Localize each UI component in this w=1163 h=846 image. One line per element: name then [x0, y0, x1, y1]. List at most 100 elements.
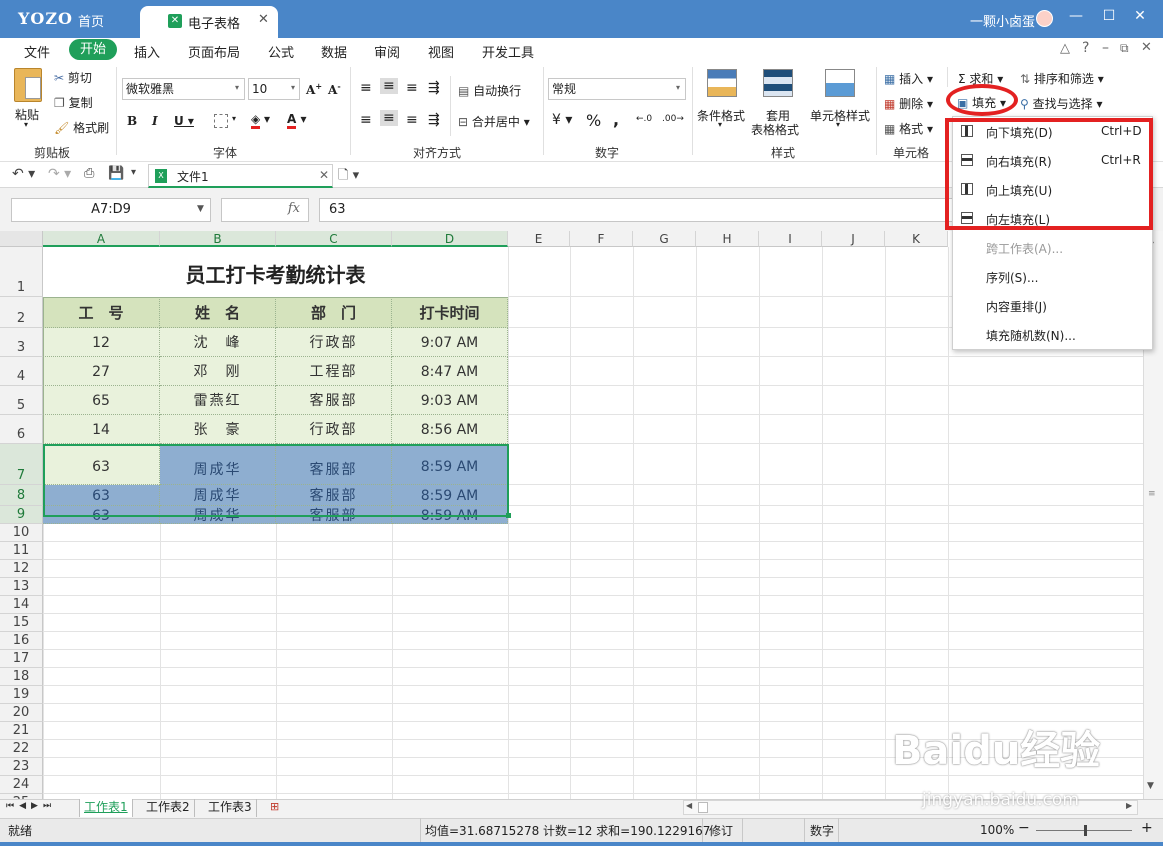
print-preview-icon[interactable]: ⎙ — [84, 166, 94, 181]
row-header-11[interactable]: 11 — [0, 542, 43, 560]
menu-data[interactable]: 数据 — [321, 42, 347, 61]
column-header-a[interactable]: A — [43, 231, 160, 247]
column-header-i[interactable]: I — [759, 231, 822, 247]
row-header-19[interactable]: 19 — [0, 686, 43, 704]
sheet-tab-3[interactable]: 工作表3 — [204, 799, 257, 817]
table-cell[interactable]: 雷燕红 — [160, 386, 276, 415]
undo-icon[interactable]: ↶ ▾ — [12, 166, 35, 182]
menu-developer[interactable]: 开发工具 — [482, 42, 534, 61]
menu-formula[interactable]: 公式 — [268, 42, 294, 61]
find-select-button[interactable]: ⚲ 查找与选择 ▾ — [1020, 95, 1102, 112]
row-header-9[interactable]: 9 — [0, 506, 43, 524]
indent-icon[interactable]: ⇶ — [428, 80, 440, 96]
copy-button[interactable]: ❐ 复制 — [54, 94, 93, 111]
column-header-h[interactable]: H — [696, 231, 759, 247]
fill-color-icon[interactable]: ◈ ▾ — [251, 112, 270, 129]
table-title[interactable]: 员工打卡考勤统计表 — [43, 247, 508, 297]
row-header-6[interactable]: 6 — [0, 415, 43, 444]
sheet-tab-1[interactable]: 工作表1 — [79, 799, 133, 817]
zoom-out-icon[interactable]: − — [1018, 820, 1030, 836]
table-cell[interactable]: 邓 刚 — [160, 357, 276, 386]
chevron-down-icon[interactable]: ▾ — [836, 120, 840, 129]
window-restore-icon[interactable]: ⧉ — [1120, 41, 1129, 56]
scroll-right-icon[interactable]: ▶ — [1126, 801, 1132, 810]
table-cell[interactable]: 12 — [43, 328, 160, 357]
row-header-23[interactable]: 23 — [0, 758, 43, 776]
scroll-left-icon[interactable]: ◀ — [686, 801, 692, 810]
customize-toolbar-icon[interactable]: ▾ — [131, 167, 136, 178]
sheet-tab-2[interactable]: 工作表2 — [142, 799, 195, 817]
table-header-cell[interactable]: 部 门 — [276, 297, 392, 328]
column-header-k[interactable]: K — [885, 231, 948, 247]
sort-filter-button[interactable]: ⇅ 排序和筛选 ▾ — [1020, 70, 1104, 87]
table-cell[interactable]: 行政部 — [276, 415, 392, 444]
chevron-down-icon[interactable]: ▾ — [676, 83, 680, 92]
font-color-icon[interactable]: A ▾ — [287, 112, 307, 129]
help-icon[interactable]: ? — [1082, 40, 1089, 56]
column-header-b[interactable]: B — [160, 231, 276, 247]
column-header-g[interactable]: G — [633, 231, 696, 247]
row-header-24[interactable]: 24 — [0, 776, 43, 794]
row-header-4[interactable]: 4 — [0, 357, 43, 386]
table-cell[interactable]: 8:56 AM — [392, 415, 508, 444]
minimize-icon[interactable]: — — [1064, 8, 1088, 24]
increase-font-icon[interactable]: A+ — [306, 81, 322, 97]
chevron-down-icon[interactable]: ▾ — [718, 120, 722, 129]
cut-button[interactable]: ✂ 剪切 — [54, 69, 92, 86]
decrease-font-icon[interactable]: A- — [328, 81, 341, 97]
table-cell[interactable]: 客服部 — [276, 386, 392, 415]
sheet-nav-icons[interactable]: ⏮◀▶⏭ — [6, 801, 56, 811]
table-cell[interactable]: 9:03 AM — [392, 386, 508, 415]
percent-icon[interactable]: % — [586, 111, 601, 130]
window-minimize-icon[interactable]: – — [1102, 40, 1109, 56]
align-bottom-icon[interactable]: ≡ — [406, 80, 418, 96]
column-header-f[interactable]: F — [570, 231, 633, 247]
table-cell[interactable]: 张 豪 — [160, 415, 276, 444]
row-header-16[interactable]: 16 — [0, 632, 43, 650]
fx-button[interactable]: fx — [221, 198, 309, 222]
add-sheet-icon[interactable]: ⊞ — [270, 800, 279, 813]
window-close-icon[interactable]: ✕ — [1141, 40, 1152, 55]
row-header-13[interactable]: 13 — [0, 578, 43, 596]
font-name-select[interactable]: 微软雅黑 — [122, 78, 245, 100]
align-right-icon[interactable]: ≡ — [406, 112, 418, 128]
table-header-cell[interactable]: 工 号 — [43, 297, 160, 328]
paste-dropdown-icon[interactable]: ▾ — [24, 120, 28, 129]
row-header-12[interactable]: 12 — [0, 560, 43, 578]
table-format-icon[interactable] — [763, 69, 793, 97]
row-header-15[interactable]: 15 — [0, 614, 43, 632]
menu-page-layout[interactable]: 页面布局 — [188, 42, 240, 61]
align-top-icon[interactable]: ≡ — [360, 80, 372, 96]
maximize-icon[interactable]: ☐ — [1097, 8, 1121, 24]
format-cells-button[interactable]: ▦ 格式 ▾ — [884, 120, 933, 137]
format-painter-button[interactable]: 🖌 格式刷 — [54, 119, 109, 136]
fill-menu-item[interactable]: 跨工作表(A)... — [953, 236, 1152, 260]
column-header-d[interactable]: D — [392, 231, 508, 247]
avatar[interactable] — [1036, 10, 1053, 27]
border-icon[interactable] — [214, 114, 228, 128]
fill-handle[interactable] — [506, 513, 511, 518]
row-header-17[interactable]: 17 — [0, 650, 43, 668]
close-icon[interactable]: ✕ — [1128, 8, 1152, 24]
zoom-level[interactable]: 100% — [980, 823, 1014, 837]
wrap-text-button[interactable]: ▤ 自动换行 — [458, 82, 521, 99]
table-cell[interactable]: 沈 峰 — [160, 328, 276, 357]
row-header-8[interactable]: 8 — [0, 485, 43, 506]
align-left-icon[interactable]: ≡ — [360, 112, 372, 128]
chevron-down-icon[interactable]: ▾ — [235, 83, 239, 92]
zoom-slider-thumb[interactable] — [1084, 825, 1087, 836]
italic-icon[interactable]: I — [152, 114, 158, 128]
name-box[interactable]: A7:D9 — [11, 198, 211, 222]
justify-icon[interactable]: ⇶ — [428, 112, 440, 128]
insert-cells-button[interactable]: ▦ 插入 ▾ — [884, 70, 933, 87]
delete-cells-button[interactable]: ▦ 删除 ▾ — [884, 95, 933, 112]
merge-center-button[interactable]: ⊟ 合并居中 ▾ — [458, 113, 530, 130]
bold-icon[interactable]: B — [127, 114, 137, 128]
file-tab[interactable]: X 文件1 ✕ — [148, 164, 333, 188]
table-header-cell[interactable]: 打卡时间 — [392, 297, 508, 328]
underline-icon[interactable]: U ▾ — [174, 114, 194, 128]
row-header-18[interactable]: 18 — [0, 668, 43, 686]
select-all-corner[interactable] — [0, 231, 43, 247]
chevron-down-icon[interactable]: ▾ — [232, 114, 236, 123]
home-tab[interactable]: 首页 — [78, 11, 104, 30]
